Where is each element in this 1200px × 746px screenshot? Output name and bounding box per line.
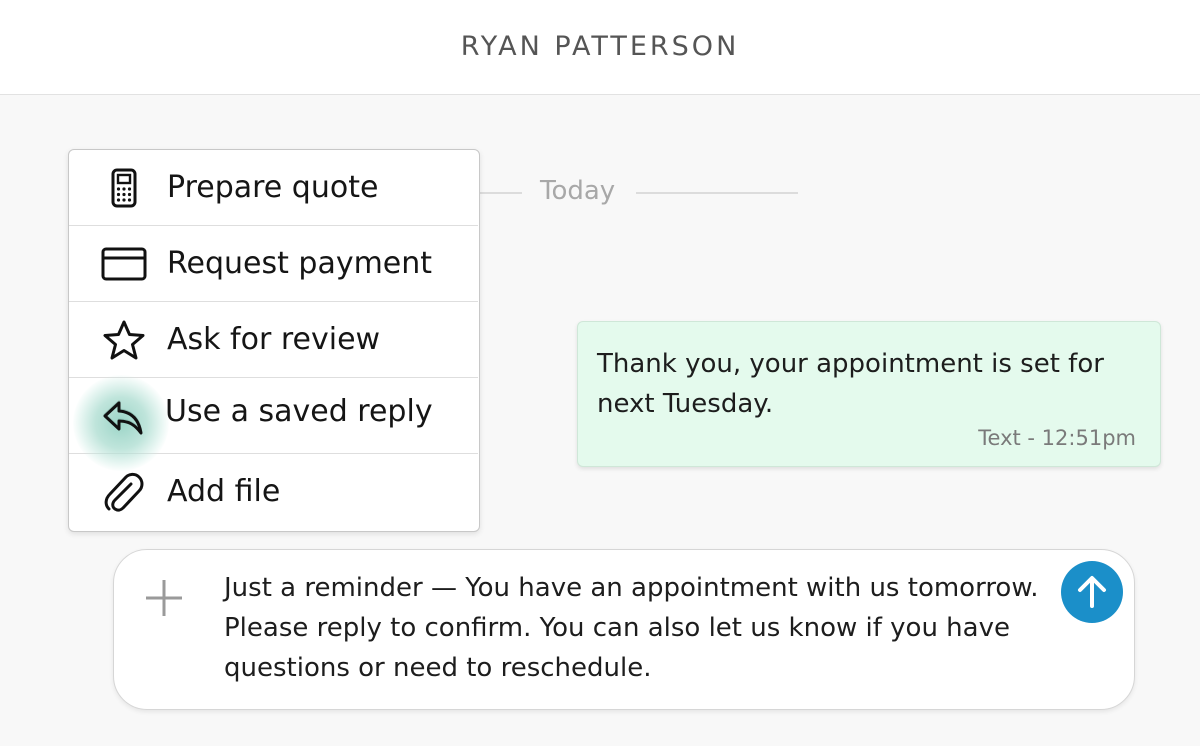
menu-item-ask-for-review[interactable]: Ask for review [69, 302, 478, 378]
contact-name: RYAN PATTERSON [460, 31, 740, 62]
message-input[interactable]: Just a reminder — You have an appointmen… [224, 568, 1044, 688]
menu-item-label: Use a saved reply [165, 394, 433, 429]
menu-item-label: Add file [167, 474, 281, 509]
menu-item-prepare-quote[interactable]: Prepare quote [69, 150, 478, 226]
plus-icon [146, 580, 182, 616]
message-text: Thank you, your appointment is set for n… [597, 349, 1104, 419]
message-bubble-outgoing: Thank you, your appointment is set for n… [577, 321, 1161, 467]
menu-item-label: Ask for review [167, 322, 381, 357]
credit-card-icon [101, 244, 147, 286]
date-divider-label: Today [540, 176, 616, 206]
menu-item-label: Prepare quote [167, 170, 379, 205]
send-button[interactable] [1061, 561, 1123, 623]
menu-item-request-payment[interactable]: Request payment [69, 226, 478, 302]
message-composer: Just a reminder — You have an appointmen… [113, 549, 1135, 710]
conversation-header: RYAN PATTERSON [0, 0, 1200, 95]
message-meta: Text - 12:51pm [978, 426, 1136, 450]
add-attachment-button[interactable] [142, 576, 186, 620]
arrow-up-icon [1078, 576, 1106, 608]
conversation-view: RYAN PATTERSON Today Thank you, your app… [0, 0, 1200, 746]
divider-line-right [636, 192, 798, 194]
divider-line-left [480, 192, 522, 194]
menu-item-label: Request payment [167, 246, 433, 281]
paperclip-icon [101, 472, 147, 514]
reply-icon [101, 397, 147, 439]
star-icon [101, 320, 147, 362]
actions-menu: Prepare quote Request payment Ask for re… [68, 149, 480, 532]
calculator-icon [101, 168, 147, 210]
